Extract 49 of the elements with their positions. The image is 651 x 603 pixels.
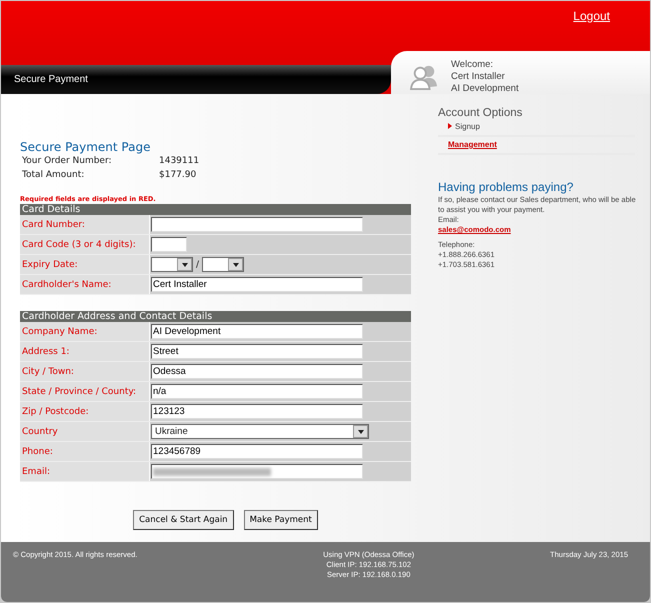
caret-icon <box>182 262 188 266</box>
field-label: City / Town: <box>20 362 149 381</box>
field-label: Address 1: <box>20 342 149 361</box>
order-label: Total Amount: <box>22 169 86 182</box>
dropdown[interactable] <box>151 257 193 272</box>
input-field[interactable]: 123456789 <box>151 444 363 459</box>
input-field[interactable] <box>151 217 363 232</box>
menu-link[interactable]: Management <box>448 140 497 149</box>
order-label: Your Order Number: <box>22 155 113 168</box>
users-icon <box>409 64 439 90</box>
input-field[interactable]: AI Development <box>151 324 363 339</box>
field-label: Email: <box>20 462 149 481</box>
date-separator: / <box>196 260 200 270</box>
order-value: $177.90 <box>159 169 196 182</box>
options-title: Account Options <box>438 107 524 119</box>
input-field[interactable] <box>151 237 187 252</box>
arrow-icon <box>448 123 452 129</box>
field-label: Phone: <box>20 442 149 461</box>
input-field[interactable]: Odessa <box>151 364 363 379</box>
field-label: State / Province / County: <box>20 382 149 401</box>
field-label: Expiry Date: <box>20 255 149 274</box>
help-heading: Having problems paying? <box>438 180 574 194</box>
logout-link[interactable]: Logout <box>573 9 610 23</box>
country-dropdown[interactable]: Ukraine <box>151 424 369 439</box>
field-label: Card Code (3 or 4 digits): <box>20 235 149 254</box>
caret-icon <box>358 430 364 434</box>
user-name: Cert Installer <box>451 71 506 83</box>
input-field[interactable]: n/a <box>151 384 363 399</box>
page-heading: Secure Payment Page <box>20 140 152 154</box>
field-label: Zip / Postcode: <box>20 402 149 421</box>
section-header: Card Details <box>20 204 411 215</box>
section-header: Cardholder Address and Contact Details <box>20 311 411 322</box>
company-name: AI Development <box>451 83 519 95</box>
field-label: Cardholder's Name: <box>20 275 149 294</box>
field-label: Country <box>20 422 149 441</box>
input-field[interactable]: Street <box>151 344 363 359</box>
input-field[interactable]: Cert Installer <box>151 277 363 292</box>
form-button[interactable]: Make Payment <box>244 510 318 530</box>
dropdown[interactable] <box>202 257 244 272</box>
field-label: Company Name: <box>20 322 149 341</box>
menu-link[interactable]: Signup <box>448 122 480 131</box>
page-title: Secure Payment <box>14 74 88 85</box>
input-field[interactable] <box>151 464 363 479</box>
input-field[interactable]: 123123 <box>151 404 363 419</box>
form-button[interactable]: Cancel & Start Again <box>133 510 234 530</box>
field-label: Card Number: <box>20 215 149 234</box>
welcome-label: Welcome: <box>451 59 494 71</box>
order-value: 1439111 <box>159 155 200 168</box>
caret-icon <box>232 262 239 266</box>
